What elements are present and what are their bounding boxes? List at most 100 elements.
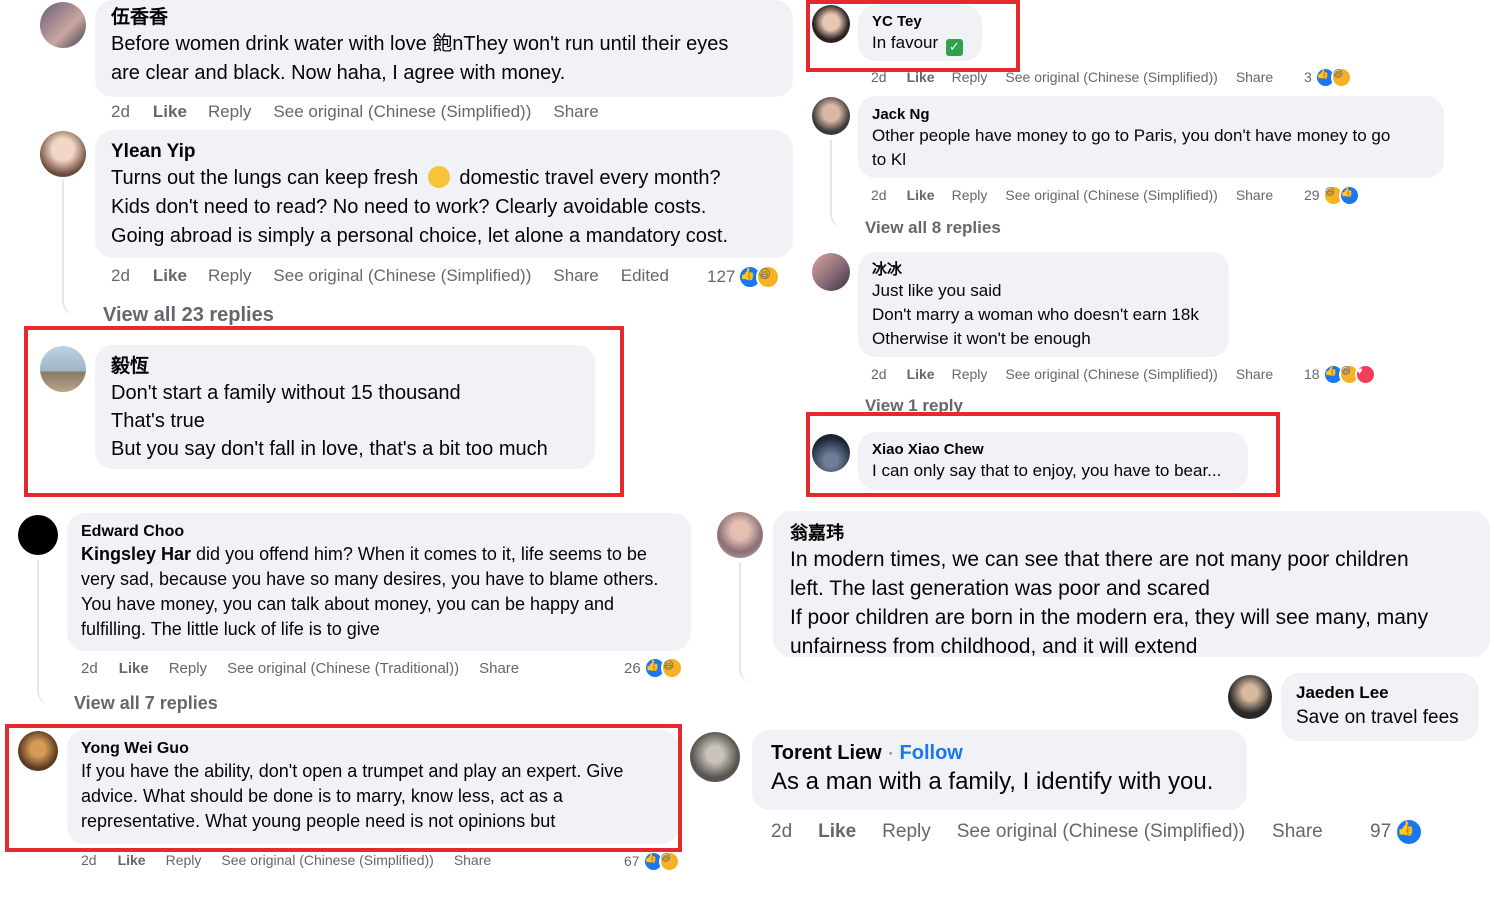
like-reaction-icon: 👍: [1395, 818, 1424, 846]
reaction-count: 67: [624, 853, 640, 869]
comment-text: Don't marry a woman who doesn't earn 18k: [872, 305, 1199, 324]
reaction-summary[interactable]: 18 👍 😆 ♥: [1304, 363, 1376, 385]
avatar[interactable]: [690, 732, 740, 782]
highlight-box: [806, 412, 1280, 497]
share-button[interactable]: Share: [553, 266, 598, 286]
share-button[interactable]: Share: [454, 852, 491, 868]
see-original-link[interactable]: See original (Chinese (Simplified)): [221, 852, 433, 868]
comment-text: You have money, you can talk about money…: [81, 594, 615, 614]
reply-button[interactable]: Reply: [952, 187, 988, 203]
reply-button[interactable]: Reply: [952, 366, 988, 382]
timestamp[interactable]: 2d: [871, 366, 887, 382]
like-button[interactable]: Like: [153, 102, 187, 122]
like-button[interactable]: Like: [118, 852, 146, 868]
comment-actions: 2d Like Reply See original (Chinese (Sim…: [111, 100, 599, 124]
avatar[interactable]: [40, 2, 86, 48]
comment-actions: 2d Like Reply See original (Chinese (Sim…: [111, 264, 669, 288]
comment-text: Before women drink water with love 飽nThe…: [111, 33, 729, 55]
share-button[interactable]: Share: [1236, 71, 1273, 85]
reaction-summary[interactable]: 3 👍 😆: [1304, 66, 1352, 88]
comment-header: Torent Liew · Follow: [771, 740, 1228, 766]
reaction-count: 97: [1370, 821, 1392, 842]
view-replies-link[interactable]: View all 23 replies: [103, 304, 274, 327]
haha-reaction-icon: 😆: [660, 657, 683, 679]
haha-reaction-icon: 😆: [1330, 66, 1352, 88]
comment-bubble: Jack Ng Other people have money to go to…: [858, 96, 1444, 178]
comment-bubble: Ylean Yip Turns out the lungs can keep f…: [95, 130, 793, 258]
comment-text: to Kl: [872, 150, 907, 169]
commenter-name[interactable]: Ylean Yip: [111, 140, 777, 164]
reaction-summary[interactable]: 67 👍 😆: [624, 850, 680, 872]
comment-bubble: 翁嘉玮 In modern times, we can see that the…: [773, 511, 1490, 658]
timestamp[interactable]: 2d: [111, 102, 130, 122]
comment-text-part: domestic travel every month?: [459, 167, 721, 189]
comment-text: fulfilling. The little luck of life is t…: [81, 619, 380, 639]
timestamp[interactable]: 2d: [871, 187, 887, 203]
see-original-link[interactable]: See original (Chinese (Simplified)): [1005, 187, 1217, 203]
timestamp[interactable]: 2d: [771, 821, 792, 843]
commenter-name[interactable]: Jaeden Lee: [1296, 682, 1464, 704]
reply-button[interactable]: Reply: [882, 821, 931, 843]
share-button[interactable]: Share: [1236, 187, 1273, 203]
reaction-count: 3: [1304, 69, 1312, 85]
like-button[interactable]: Like: [907, 366, 935, 382]
like-button[interactable]: Like: [818, 821, 856, 843]
see-original-link[interactable]: See original (Chinese (Simplified)): [1005, 366, 1217, 382]
share-button[interactable]: Share: [1236, 366, 1273, 382]
reaction-summary[interactable]: 29 😆 👍: [1304, 184, 1360, 206]
view-replies-link[interactable]: View all 8 replies: [865, 218, 1001, 238]
comment-bubble: 冰冰 Just like you said Don't marry a woma…: [858, 252, 1229, 357]
reaction-count: 127: [707, 267, 736, 286]
mention-link[interactable]: Kingsley Har: [81, 544, 191, 564]
timestamp[interactable]: 2d: [81, 852, 97, 868]
timestamp[interactable]: 2d: [111, 266, 130, 286]
comment-text: unfairness from childhood, and it will e…: [790, 635, 1198, 658]
commenter-name[interactable]: 冰冰: [872, 260, 1215, 279]
comment-text: Kingsley Har did you offend him? When it…: [81, 542, 677, 567]
love-reaction-icon: ♥: [1354, 363, 1376, 385]
comment-text: Turns out the lungs can keep fresh domes…: [111, 164, 777, 193]
commenter-name[interactable]: Edward Choo: [81, 522, 677, 542]
avatar[interactable]: [40, 131, 86, 177]
share-button[interactable]: Share: [479, 660, 519, 677]
comment-text: are clear and black. Now haha, I agree w…: [111, 62, 566, 84]
reply-button[interactable]: Reply: [166, 852, 202, 868]
reaction-summary[interactable]: 97 👍: [1370, 817, 1424, 847]
see-original-link[interactable]: See original (Chinese (Traditional)): [227, 660, 459, 677]
see-original-link[interactable]: See original (Chinese (Simplified)): [273, 102, 531, 122]
reaction-count: 18: [1304, 366, 1320, 382]
avatar[interactable]: [812, 253, 850, 291]
share-button[interactable]: Share: [553, 102, 598, 122]
share-button[interactable]: Share: [1272, 821, 1323, 843]
avatar[interactable]: [717, 512, 763, 558]
see-original-link[interactable]: See original (Chinese (Simplified)): [1005, 71, 1217, 85]
like-button[interactable]: Like: [153, 266, 187, 286]
like-button[interactable]: Like: [119, 660, 149, 677]
reaction-summary[interactable]: 127 👍 😆: [707, 264, 781, 290]
avatar[interactable]: [18, 515, 58, 555]
reply-button[interactable]: Reply: [208, 266, 251, 286]
comment-actions: 2d Like Reply See original (Chinese (Sim…: [81, 850, 491, 870]
commenter-name[interactable]: Torent Liew: [771, 742, 882, 764]
like-button[interactable]: Like: [907, 187, 935, 203]
follow-button[interactable]: Follow: [900, 742, 963, 764]
reaction-summary[interactable]: 26 👍 😆: [624, 657, 683, 679]
view-replies-link[interactable]: View all 7 replies: [74, 693, 218, 714]
reaction-count: 26: [624, 659, 641, 677]
comment-bubble: 伍香香 Before women drink water with love 飽…: [95, 0, 793, 97]
commenter-name[interactable]: Jack Ng: [872, 105, 1430, 124]
commenter-name[interactable]: 伍香香: [111, 6, 777, 30]
reply-button[interactable]: Reply: [169, 660, 207, 677]
sweat-smile-icon: [427, 166, 450, 188]
reply-thread-line: [37, 560, 71, 705]
reply-button[interactable]: Reply: [208, 102, 251, 122]
comment-actions: 2d Like Reply See original (Chinese (Sim…: [771, 819, 1323, 845]
see-original-link[interactable]: See original (Chinese (Simplified)): [273, 266, 531, 286]
comment-text: Just like you said: [872, 281, 1002, 300]
avatar[interactable]: [812, 97, 850, 135]
commenter-name[interactable]: 翁嘉玮: [790, 521, 1473, 545]
haha-reaction-icon: 😆: [658, 850, 680, 872]
avatar[interactable]: [1228, 675, 1272, 719]
timestamp[interactable]: 2d: [81, 660, 98, 677]
see-original-link[interactable]: See original (Chinese (Simplified)): [957, 821, 1245, 843]
